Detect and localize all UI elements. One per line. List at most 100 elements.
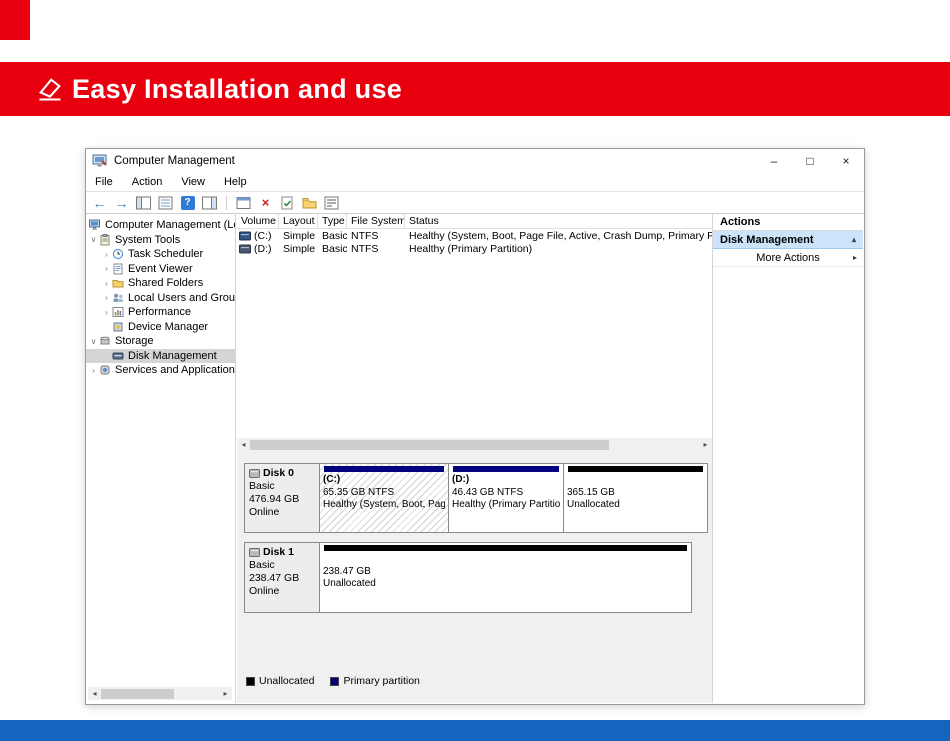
close-button[interactable]: × bbox=[828, 149, 864, 173]
more-actions-item[interactable]: More Actions ▸ bbox=[713, 249, 863, 267]
tree-item-disk-management[interactable]: Disk Management bbox=[86, 349, 235, 364]
actions-disk-management-header[interactable]: Disk Management ▴ bbox=[713, 231, 863, 249]
partition-size: 65.35 GB NTFS bbox=[323, 487, 445, 500]
menu-view[interactable]: View bbox=[181, 176, 205, 188]
performance-icon bbox=[112, 306, 125, 318]
partition-d[interactable]: (D:) 46.43 GB NTFS Healthy (Primary Part… bbox=[449, 464, 564, 532]
help-icon[interactable]: ? bbox=[179, 195, 196, 211]
collapse-arrow-icon[interactable]: ▴ bbox=[852, 235, 856, 244]
export-list-icon[interactable] bbox=[157, 195, 174, 211]
list-view-icon[interactable] bbox=[323, 195, 340, 211]
volume-file-system: NTFS bbox=[347, 243, 405, 255]
tree-item-local-users-and-groups[interactable]: › Local Users and Groups bbox=[86, 291, 235, 306]
window-title: Computer Management bbox=[114, 155, 235, 167]
toolbar-separator bbox=[226, 196, 227, 210]
title-bar[interactable]: Computer Management – □ × bbox=[86, 149, 864, 173]
scroll-left-arrow-icon[interactable]: ◂ bbox=[237, 438, 250, 451]
footer-blue-strip bbox=[0, 720, 950, 741]
column-header-volume[interactable]: Volume bbox=[237, 214, 279, 228]
show-action-pane-icon[interactable] bbox=[201, 195, 218, 211]
tree-horizontal-scrollbar[interactable]: ◂ ▸ bbox=[88, 687, 232, 700]
column-header-file-system[interactable]: File System bbox=[347, 214, 405, 228]
scroll-track[interactable] bbox=[101, 687, 219, 700]
chevron-collapsed-icon[interactable]: › bbox=[101, 308, 112, 317]
disk-management-icon bbox=[112, 350, 125, 362]
scroll-thumb[interactable] bbox=[250, 440, 609, 450]
console-tree-pane: Computer Management (Local ∨ System Tool… bbox=[86, 214, 236, 703]
scroll-thumb[interactable] bbox=[101, 689, 174, 699]
page: Easy Installation and use Computer Manag… bbox=[0, 0, 950, 741]
forward-arrow-icon[interactable]: → bbox=[113, 195, 130, 211]
tree-item-services-and-applications[interactable]: › Services and Applications bbox=[86, 363, 235, 378]
tree-item-label: Computer Management (Local bbox=[105, 219, 235, 231]
partition-color-bar bbox=[324, 545, 687, 551]
disk-kind: Basic bbox=[249, 559, 315, 572]
partition-size: 365.15 GB bbox=[567, 487, 704, 500]
menu-action[interactable]: Action bbox=[132, 176, 163, 188]
actions-item-label: Disk Management bbox=[720, 234, 814, 246]
chevron-expanded-icon[interactable]: ∨ bbox=[88, 235, 99, 244]
tree-item-performance[interactable]: › Performance bbox=[86, 305, 235, 320]
disk-size: 476.94 GB bbox=[249, 493, 315, 506]
chevron-collapsed-icon[interactable]: › bbox=[101, 264, 112, 273]
maximize-button[interactable]: □ bbox=[792, 149, 828, 173]
column-header-status[interactable]: Status bbox=[405, 214, 712, 228]
event-viewer-icon bbox=[112, 263, 125, 275]
scroll-right-arrow-icon[interactable]: ▸ bbox=[219, 687, 232, 700]
unallocated-region-disk1[interactable]: 238.47 GB Unallocated bbox=[320, 543, 691, 612]
volume-list-horizontal-scrollbar[interactable]: ◂ ▸ bbox=[237, 438, 712, 451]
minimize-button[interactable]: – bbox=[756, 149, 792, 173]
disk-state: Online bbox=[249, 506, 315, 519]
tree-item-label: System Tools bbox=[115, 234, 180, 246]
tree-item-device-manager[interactable]: Device Manager bbox=[86, 320, 235, 335]
chevron-expanded-icon[interactable]: ∨ bbox=[88, 337, 99, 346]
menu-file[interactable]: File bbox=[95, 176, 113, 188]
show-console-tree-icon[interactable] bbox=[135, 195, 152, 211]
tree-item-storage[interactable]: ∨ Storage bbox=[86, 334, 235, 349]
disk-1-label[interactable]: Disk 1 Basic 238.47 GB Online bbox=[245, 543, 320, 612]
tree-item-label: Task Scheduler bbox=[128, 248, 203, 260]
menu-help[interactable]: Help bbox=[224, 176, 247, 188]
local-users-and-groups-icon bbox=[112, 292, 125, 304]
tree-item-label: Local Users and Groups bbox=[128, 292, 235, 304]
tree-item-event-viewer[interactable]: › Event Viewer bbox=[86, 262, 235, 277]
partition-status: Unallocated bbox=[567, 499, 704, 512]
chevron-collapsed-icon[interactable]: › bbox=[101, 279, 112, 288]
disk-0-box: Disk 0 Basic 476.94 GB Online (C:) 65.35… bbox=[244, 463, 708, 533]
disk-size: 238.47 GB bbox=[249, 572, 315, 585]
document-check-icon[interactable] bbox=[279, 195, 296, 211]
disk-0-label[interactable]: Disk 0 Basic 476.94 GB Online bbox=[245, 464, 320, 532]
disk-name: Disk 0 bbox=[263, 467, 294, 480]
eraser-icon bbox=[36, 75, 64, 103]
partition-name: (C:) bbox=[323, 474, 445, 487]
back-arrow-icon[interactable]: ← bbox=[91, 195, 108, 211]
unallocated-region-disk0[interactable]: 365.15 GB Unallocated bbox=[564, 464, 707, 532]
volume-row-c[interactable]: (C:) Simple Basic NTFS Healthy (System, … bbox=[237, 229, 712, 243]
tree-item-shared-folders[interactable]: › Shared Folders bbox=[86, 276, 235, 291]
volume-list: Volume Layout Type File System Status (C… bbox=[237, 214, 712, 438]
chevron-collapsed-icon[interactable]: › bbox=[101, 250, 112, 259]
expand-arrow-icon[interactable]: ▸ bbox=[853, 253, 857, 262]
scroll-right-arrow-icon[interactable]: ▸ bbox=[699, 438, 712, 451]
column-header-type[interactable]: Type bbox=[318, 214, 347, 228]
console-tree: Computer Management (Local ∨ System Tool… bbox=[86, 214, 235, 378]
tree-item-task-scheduler[interactable]: › Task Scheduler bbox=[86, 247, 235, 262]
more-actions-label: More Actions bbox=[756, 252, 820, 264]
tree-item-system-tools[interactable]: ∨ System Tools bbox=[86, 233, 235, 248]
chevron-collapsed-icon[interactable]: › bbox=[88, 366, 99, 375]
partition-status: Healthy (System, Boot, Page File, Active… bbox=[323, 499, 445, 512]
partition-c[interactable]: (C:) 65.35 GB NTFS Healthy (System, Boot… bbox=[320, 464, 449, 532]
properties-dialog-icon[interactable] bbox=[235, 195, 252, 211]
volume-layout: Simple bbox=[279, 230, 318, 242]
legend-unallocated-label: Unallocated bbox=[259, 675, 314, 687]
folder-icon[interactable] bbox=[301, 195, 318, 211]
scroll-left-arrow-icon[interactable]: ◂ bbox=[88, 687, 101, 700]
tree-item-computer-management[interactable]: Computer Management (Local bbox=[86, 218, 235, 233]
volume-type: Basic bbox=[318, 230, 347, 242]
chevron-collapsed-icon[interactable]: › bbox=[101, 293, 112, 302]
volume-row-d[interactable]: (D:) Simple Basic NTFS Healthy (Primary … bbox=[237, 243, 712, 257]
delete-volume-icon[interactable]: × bbox=[257, 195, 274, 211]
scroll-track[interactable] bbox=[250, 438, 699, 451]
disk-management-pane: Volume Layout Type File System Status (C… bbox=[237, 214, 712, 703]
column-header-layout[interactable]: Layout bbox=[279, 214, 318, 228]
